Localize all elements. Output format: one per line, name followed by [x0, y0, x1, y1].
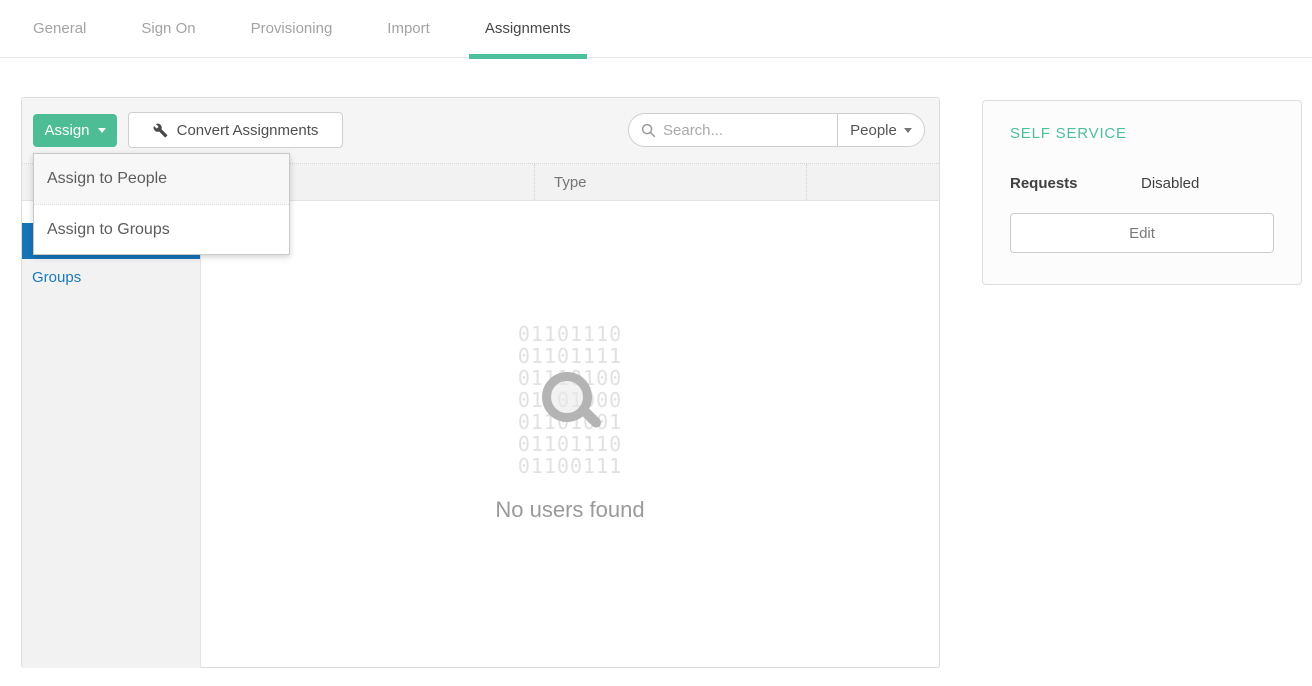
search-icon [641, 123, 656, 138]
search-field-container [628, 113, 838, 147]
filter-sidebar: Groups [22, 223, 201, 668]
menu-item-assign-to-people[interactable]: Assign to People [34, 154, 289, 204]
assignments-panel: Assign Convert Assignments [21, 97, 940, 668]
convert-assignments-button[interactable]: Convert Assignments [128, 112, 343, 148]
binary-line: 01101111 [201, 345, 939, 367]
column-divider [806, 164, 807, 200]
edit-button[interactable]: Edit [1010, 213, 1274, 253]
tab-import[interactable]: Import [387, 0, 430, 58]
tab-sign-on[interactable]: Sign On [141, 0, 195, 58]
search-input[interactable] [663, 122, 828, 139]
binary-line: 01101110 [201, 323, 939, 345]
search-group: People [628, 113, 925, 147]
caret-down-icon [98, 128, 106, 133]
app-tabbar: General Sign On Provisioning Import Assi… [0, 0, 1312, 58]
tab-general[interactable]: General [33, 0, 86, 58]
self-service-panel: SELF SERVICE Requests Disabled Edit [982, 100, 1302, 285]
search-scope-dropdown[interactable]: People [837, 113, 925, 147]
assign-dropdown-menu: Assign to People Assign to Groups [33, 153, 290, 255]
assign-button-label: Assign [44, 122, 89, 139]
requests-label: Requests [1010, 175, 1078, 192]
tab-assignments[interactable]: Assignments [485, 0, 571, 58]
empty-state-message: No users found [201, 497, 939, 523]
tab-provisioning[interactable]: Provisioning [251, 0, 333, 58]
column-divider [534, 164, 535, 200]
wrench-icon [153, 123, 168, 138]
caret-down-icon [904, 128, 912, 133]
assign-button[interactable]: Assign [33, 114, 117, 147]
search-scope-label: People [850, 122, 897, 139]
self-service-title: SELF SERVICE [1010, 125, 1127, 142]
requests-value: Disabled [1141, 175, 1199, 192]
binary-line: 01101110 [201, 433, 939, 455]
binary-line: 01100111 [201, 455, 939, 477]
menu-item-assign-to-groups[interactable]: Assign to Groups [34, 204, 289, 254]
sidebar-item-groups[interactable]: Groups [22, 259, 200, 295]
convert-assignments-label: Convert Assignments [177, 122, 319, 139]
empty-state: 01101110 01101111 01110100 01101000 0110… [201, 201, 939, 667]
column-header-type: Type [554, 164, 587, 200]
